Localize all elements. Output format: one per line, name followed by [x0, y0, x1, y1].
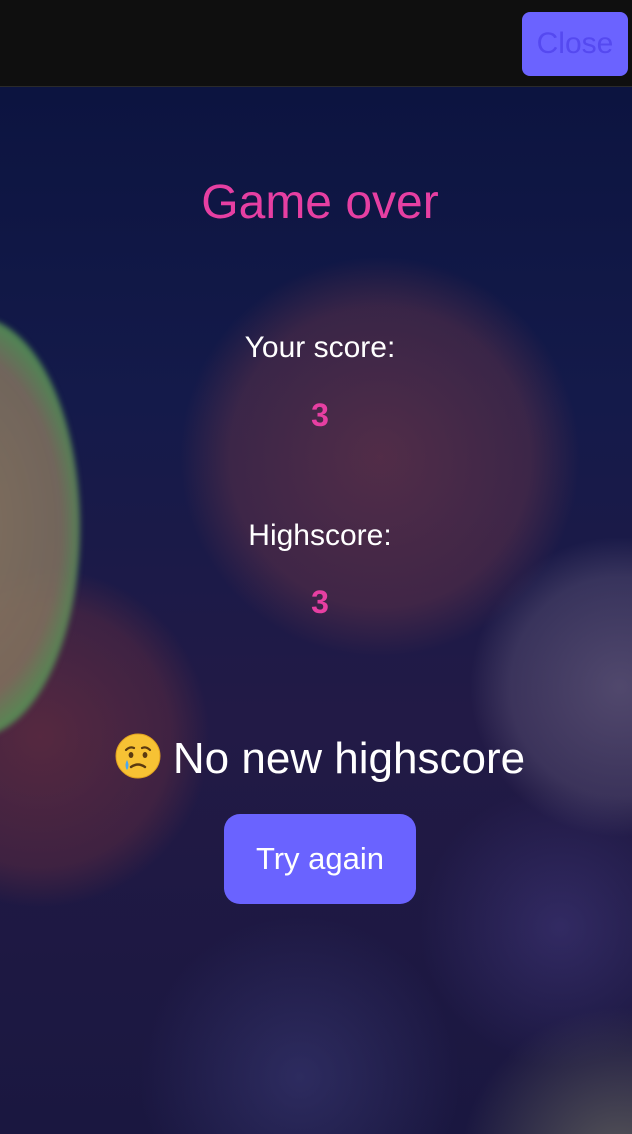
try-again-button[interactable]: Try again	[224, 814, 416, 904]
score-value: 3	[311, 397, 329, 433]
close-button[interactable]: Close	[522, 12, 628, 76]
result-text: No new highscore	[172, 734, 526, 783]
game-screen: Close Game over Your score: 3 Highscore:…	[0, 0, 632, 1134]
score-label: Your score:	[244, 331, 396, 364]
game-over-title: Game over	[201, 176, 439, 229]
crying-face-icon	[115, 733, 161, 779]
highscore-label: Highscore:	[248, 519, 392, 552]
result-message: No new highscore	[0, 733, 632, 784]
top-bar: Close	[0, 0, 632, 87]
highscore-value: 3	[311, 584, 329, 620]
game-over-panel: Game over Your score: 3 Highscore: 3 No …	[0, 87, 632, 1134]
